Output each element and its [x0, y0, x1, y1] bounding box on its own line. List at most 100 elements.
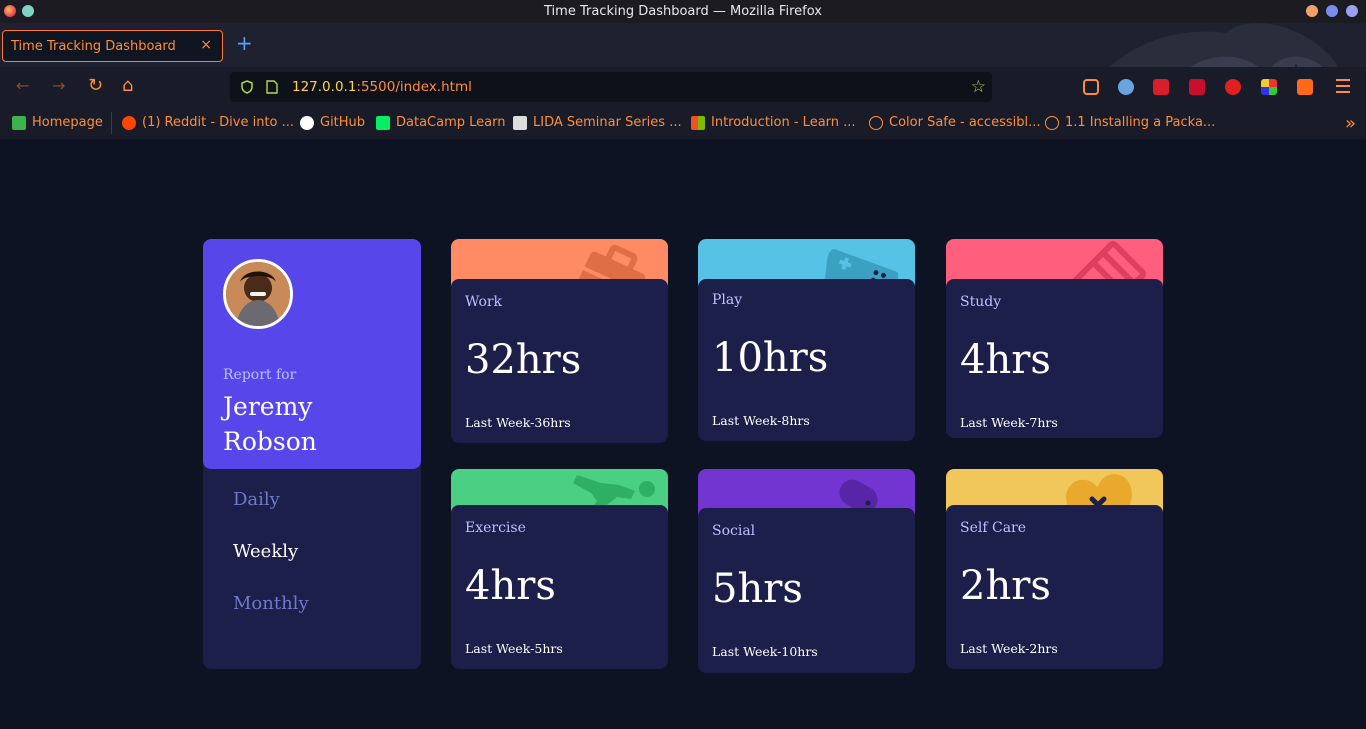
- window-title: Time Tracking Dashboard — Mozilla Firefo…: [544, 4, 822, 19]
- period-weekly-button[interactable]: Weekly: [233, 541, 298, 562]
- card-current-hours: 2hrs: [960, 563, 1051, 609]
- bookmark-label: GitHub: [320, 115, 366, 130]
- activity-card-social: Social 5hrs Last Week-10hrs: [698, 469, 915, 673]
- new-tab-button[interactable]: +: [236, 33, 253, 53]
- card-body: Study 4hrs Last Week-7hrs: [946, 279, 1163, 438]
- activity-card-work: Work 32hrs Last Week-36hrs: [451, 239, 668, 443]
- period-daily-button[interactable]: Daily: [233, 489, 280, 510]
- bookmark-separator: [111, 112, 112, 134]
- titlebar-left-controls: [4, 5, 34, 17]
- theme-background-art: [1109, 23, 1338, 67]
- lida-icon: [513, 115, 527, 130]
- url-host: 127.0.0.1: [292, 79, 357, 95]
- bookmark-label: Introduction - Learn ...: [711, 115, 856, 130]
- bookmarks-overflow-icon[interactable]: »: [1345, 113, 1356, 134]
- navigation-toolbar: ← → ↻ ⌂ 127.0.0.1:5500/index.html ☆: [0, 67, 1366, 107]
- window-titlebar: Time Tracking Dashboard — Mozilla Firefo…: [0, 0, 1366, 23]
- bookmark-label: (1) Reddit - Dive into ...: [142, 115, 295, 130]
- bookmark-lida-seminar[interactable]: LIDA Seminar Series ...: [513, 115, 682, 130]
- card-current-hours: 4hrs: [465, 563, 556, 609]
- card-current-hours: 32hrs: [465, 337, 582, 383]
- window-controls: [1306, 5, 1358, 17]
- card-title: Exercise: [465, 520, 526, 536]
- bookmark-label: Homepage: [32, 115, 103, 130]
- github-icon: [300, 115, 314, 130]
- color-picker-icon[interactable]: [1261, 79, 1277, 95]
- card-title: Study: [960, 294, 1002, 310]
- stop-hand-icon[interactable]: [1225, 79, 1241, 95]
- globe-icon: [1045, 115, 1059, 130]
- bookmark-label: Color Safe - accessibl...: [889, 115, 1041, 130]
- page-icon[interactable]: [266, 80, 278, 94]
- bookmark-homepage[interactable]: Homepage: [12, 115, 103, 130]
- reddit-icon: [122, 115, 136, 130]
- card-body: Exercise 4hrs Last Week-5hrs: [451, 505, 668, 669]
- profile-card: Report for Jeremy Robson Daily Weekly Mo…: [203, 239, 421, 669]
- microsoft-icon: [691, 115, 705, 130]
- extension-globe-icon[interactable]: [1118, 79, 1134, 95]
- datacamp-icon: [376, 115, 390, 130]
- avatar-portrait-icon: [226, 262, 290, 326]
- extension-person-icon[interactable]: [1297, 79, 1313, 95]
- url-bar[interactable]: 127.0.0.1:5500/index.html ☆: [230, 72, 992, 102]
- report-for-label: Report for: [223, 367, 297, 383]
- homepage-icon: [12, 115, 26, 130]
- dashboard-page: Report for Jeremy Robson Daily Weekly Mo…: [0, 139, 1366, 729]
- extension-pen-icon[interactable]: [1189, 79, 1205, 95]
- card-body: Play 10hrs Last Week-8hrs: [698, 279, 915, 441]
- card-previous-hours: Last Week-7hrs: [960, 415, 1058, 430]
- profile-header: Report for Jeremy Robson: [203, 239, 421, 469]
- tab-bar: Time Tracking Dashboard × +: [0, 23, 1366, 67]
- home-button[interactable]: ⌂: [122, 77, 133, 95]
- firefox-logo-icon: [4, 5, 16, 17]
- card-body: Social 5hrs Last Week-10hrs: [698, 508, 915, 673]
- maximize-button[interactable]: [1326, 5, 1338, 17]
- card-title: Play: [712, 292, 743, 308]
- profile-name: Jeremy Robson: [223, 392, 317, 456]
- ublock-icon[interactable]: [1153, 79, 1169, 95]
- bookmark-github[interactable]: GitHub: [300, 115, 365, 130]
- bookmark-datacamp[interactable]: DataCamp Learn: [376, 115, 505, 130]
- bookmark-star-icon[interactable]: ☆: [971, 77, 986, 97]
- card-previous-hours: Last Week-2hrs: [960, 641, 1058, 656]
- activity-card-exercise: Exercise 4hrs Last Week-5hrs: [451, 469, 668, 669]
- minimize-button[interactable]: [1306, 5, 1318, 17]
- bookmark-reddit[interactable]: (1) Reddit - Dive into ...: [122, 115, 294, 130]
- bookmark-label: LIDA Seminar Series ...: [533, 115, 682, 130]
- tab-time-tracking-dashboard[interactable]: Time Tracking Dashboard ×: [2, 30, 223, 62]
- card-title: Work: [465, 294, 503, 310]
- globe-icon: [869, 115, 883, 130]
- back-button[interactable]: ←: [16, 77, 29, 95]
- activity-card-study: Study 4hrs Last Week-7hrs: [946, 239, 1163, 438]
- activity-card-self-care: Self Care 2hrs Last Week-2hrs: [946, 469, 1163, 669]
- tab-label: Time Tracking Dashboard: [11, 38, 176, 54]
- card-previous-hours: Last Week-8hrs: [712, 413, 810, 428]
- hamburger-menu-icon[interactable]: [1336, 79, 1350, 97]
- forward-button[interactable]: →: [52, 77, 65, 95]
- bookmark-label: DataCamp Learn: [396, 115, 506, 130]
- card-current-hours: 4hrs: [960, 337, 1051, 383]
- bookmarks-toolbar: Homepage (1) Reddit - Dive into ... GitH…: [0, 107, 1366, 139]
- bookmark-label: 1.1 Installing a Packa...: [1065, 115, 1216, 130]
- card-title: Self Care: [960, 520, 1027, 536]
- period-monthly-button[interactable]: Monthly: [233, 593, 309, 614]
- avatar: [223, 259, 293, 329]
- card-previous-hours: Last Week-10hrs: [712, 644, 818, 659]
- bookmark-introduction-learn[interactable]: Introduction - Learn ...: [691, 115, 856, 130]
- close-window-button[interactable]: [1346, 5, 1358, 17]
- card-body: Work 32hrs Last Week-36hrs: [451, 279, 668, 443]
- pocket-icon[interactable]: [1083, 79, 1099, 95]
- card-current-hours: 5hrs: [712, 566, 803, 612]
- reload-button[interactable]: ↻: [88, 77, 103, 95]
- shield-icon[interactable]: [240, 80, 254, 94]
- card-title: Social: [712, 523, 756, 539]
- card-previous-hours: Last Week-5hrs: [465, 641, 563, 656]
- tab-close-icon[interactable]: ×: [200, 37, 212, 53]
- pin-icon[interactable]: [22, 5, 34, 17]
- activity-card-play: Play 10hrs Last Week-8hrs: [698, 239, 915, 441]
- card-body: Self Care 2hrs Last Week-2hrs: [946, 505, 1163, 669]
- card-previous-hours: Last Week-36hrs: [465, 415, 571, 430]
- bookmark-installing-package[interactable]: 1.1 Installing a Packa...: [1045, 115, 1215, 130]
- card-current-hours: 10hrs: [712, 335, 829, 381]
- bookmark-color-safe[interactable]: Color Safe - accessibl...: [869, 115, 1041, 130]
